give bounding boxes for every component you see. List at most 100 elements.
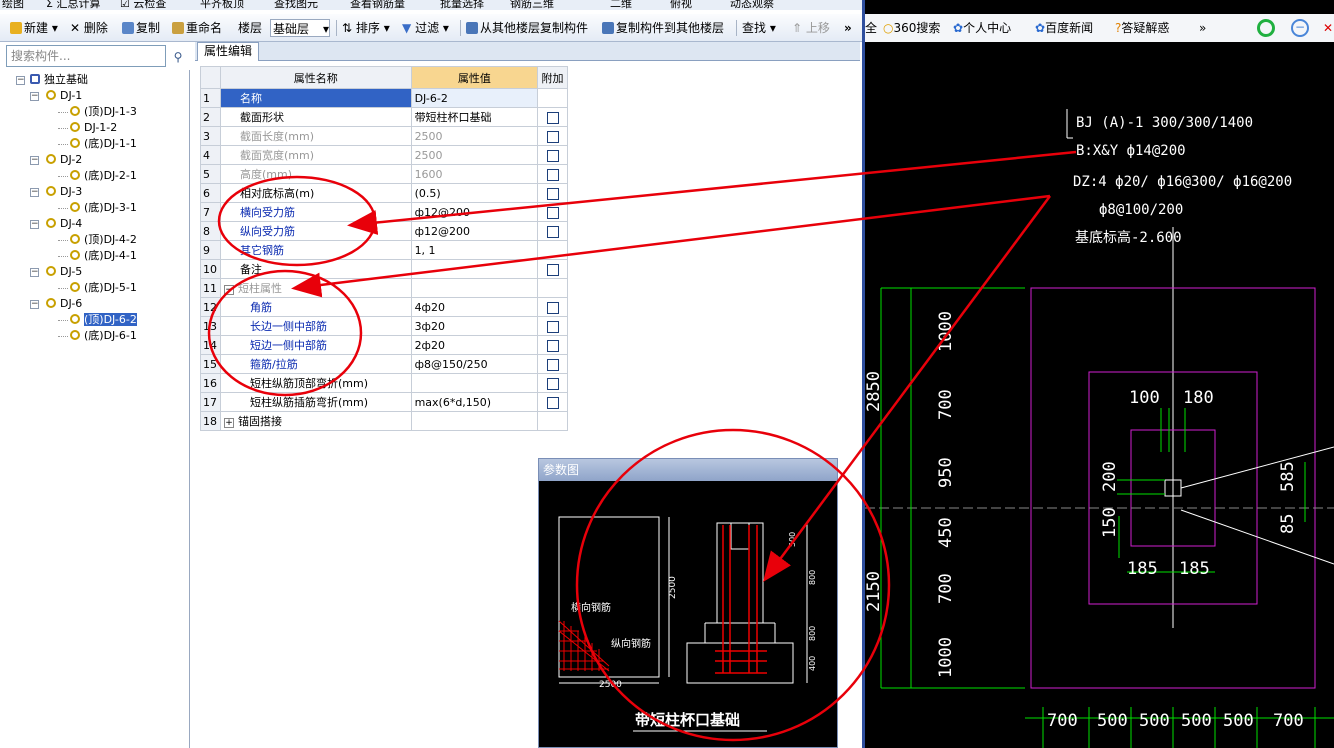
floor-select[interactable]: 基础层 ▾ xyxy=(270,19,330,37)
property-name-cell[interactable]: 长边一侧中部筋 xyxy=(219,316,412,336)
property-row[interactable]: 16 短柱纵筋顶部弯折(mm) xyxy=(200,373,568,393)
property-value-cell[interactable]: (0.5) xyxy=(410,183,539,203)
property-value-cell[interactable] xyxy=(410,259,539,279)
close-icon[interactable]: ✕ xyxy=(1323,19,1333,37)
property-row[interactable]: 11− 短柱属性 xyxy=(200,278,568,298)
property-row[interactable]: 12 角筋 4ф20 xyxy=(200,297,568,317)
attach-checkbox[interactable] xyxy=(546,396,559,409)
menu-cloud-check[interactable]: ☑ 云检查 xyxy=(120,0,166,10)
property-name-cell[interactable]: 箍筋/拉筋 xyxy=(219,354,412,374)
property-value-cell[interactable]: 2500 xyxy=(410,145,539,165)
property-row[interactable]: 14 短边一侧中部筋 2ф20 xyxy=(200,335,568,355)
menu-summary-calc[interactable]: Σ 汇总计算 xyxy=(46,0,100,10)
property-value-cell[interactable]: 2ф20 xyxy=(410,335,539,355)
tree-group-node[interactable]: DJ-4 xyxy=(46,216,82,232)
new-button[interactable]: 新建 ▾ xyxy=(10,19,58,37)
find-button[interactable]: 查找 ▾ xyxy=(742,19,776,37)
tree-group-node[interactable]: DJ-3 xyxy=(46,184,82,200)
collapse-toggle[interactable]: − xyxy=(30,92,39,101)
property-value-cell[interactable]: ф12@200 xyxy=(410,202,539,222)
tree-leaf-node[interactable]: (顶)DJ-6-2 xyxy=(70,312,137,328)
rename-button[interactable]: 重命名 xyxy=(172,19,222,37)
property-value-cell[interactable]: DJ-6-2 xyxy=(410,88,539,108)
property-name-cell[interactable]: 高度(mm) xyxy=(219,164,412,184)
tree-group-node[interactable]: DJ-6 xyxy=(46,296,82,312)
attach-checkbox[interactable] xyxy=(546,320,559,333)
property-value-cell[interactable]: max(6*d,150) xyxy=(410,392,539,412)
attach-checkbox[interactable] xyxy=(546,263,559,276)
property-name-cell[interactable]: 短边一侧中部筋 xyxy=(219,335,412,355)
property-name-cell[interactable]: 相对底标高(m) xyxy=(219,183,412,203)
minus-icon[interactable]: − xyxy=(1291,19,1309,37)
property-value-cell[interactable]: ф12@200 xyxy=(410,221,539,241)
bookmark-news[interactable]: ✿百度新闻 xyxy=(1035,19,1093,37)
property-name-cell[interactable]: 截面长度(mm) xyxy=(219,126,412,146)
copy-button[interactable]: 复制 xyxy=(122,19,160,37)
tree-leaf-node[interactable]: (底)DJ-3-1 xyxy=(70,200,137,216)
collapse-toggle[interactable]: − xyxy=(16,76,25,85)
collapse-toggle[interactable]: − xyxy=(30,188,39,197)
expand-toggle[interactable]: − xyxy=(223,285,234,295)
tree-leaf-node[interactable]: (底)DJ-5-1 xyxy=(70,280,137,296)
attach-checkbox[interactable] xyxy=(546,111,559,124)
collapse-toggle[interactable]: − xyxy=(30,220,39,229)
attach-checkbox[interactable] xyxy=(546,225,559,238)
property-row[interactable]: 1 名称 DJ-6-2 xyxy=(200,88,568,108)
tree-leaf-node[interactable]: (顶)DJ-1-3 xyxy=(70,104,137,120)
menu-view-rebar[interactable]: 查看钢筋量 xyxy=(350,0,405,10)
property-row[interactable]: 13 长边一侧中部筋 3ф20 xyxy=(200,316,568,336)
property-name-cell[interactable]: 截面宽度(mm) xyxy=(219,145,412,165)
property-value-cell[interactable]: 1, 1 xyxy=(410,240,539,260)
property-name-cell[interactable]: 纵向受力筋 xyxy=(219,221,412,241)
property-row[interactable]: 2 截面形状 带短柱杯口基础 xyxy=(200,107,568,127)
property-name-cell[interactable]: 其它钢筋 xyxy=(219,240,412,260)
move-up-button[interactable]: ⇑ 上移 xyxy=(792,19,830,37)
tab-property-edit[interactable]: 属性编辑 xyxy=(197,42,259,61)
bookmark-qa[interactable]: ?答疑解惑 xyxy=(1115,19,1169,37)
bookmark-personal[interactable]: ✿个人中心 xyxy=(953,19,1011,37)
menu-top-view[interactable]: 俯视 xyxy=(670,0,692,10)
attach-checkbox[interactable] xyxy=(546,377,559,390)
property-name-cell[interactable]: 短柱纵筋插筋弯折(mm) xyxy=(219,392,412,412)
property-value-cell[interactable]: 1600 xyxy=(410,164,539,184)
tree-root[interactable]: 独立基础 xyxy=(30,72,88,88)
attach-checkbox[interactable] xyxy=(546,339,559,352)
tree-leaf-node[interactable]: (顶)DJ-4-2 xyxy=(70,232,137,248)
property-row[interactable]: 7 横向受力筋 ф12@200 xyxy=(200,202,568,222)
property-value-cell[interactable] xyxy=(410,278,539,298)
menu-batch[interactable]: 批量选择 xyxy=(440,0,484,10)
expand-toggle[interactable]: + xyxy=(223,418,234,428)
attach-checkbox[interactable] xyxy=(546,168,559,181)
attach-checkbox[interactable] xyxy=(546,206,559,219)
property-row[interactable]: 5 高度(mm) 1600 xyxy=(200,164,568,184)
property-name-cell[interactable]: 截面形状 xyxy=(219,107,412,127)
collapse-toggle[interactable]: − xyxy=(30,300,39,309)
property-row[interactable]: 9 其它钢筋 1, 1 xyxy=(200,240,568,260)
property-row[interactable]: 10 备注 xyxy=(200,259,568,279)
search-icon[interactable]: ⚲ xyxy=(168,47,188,67)
tree-leaf-node[interactable]: (底)DJ-1-1 xyxy=(70,136,137,152)
menu-2d[interactable]: 二维 xyxy=(610,0,632,10)
property-value-cell[interactable] xyxy=(410,373,539,393)
menu-rebar-3d[interactable]: 钢筋三维 xyxy=(510,0,554,10)
property-value-cell[interactable]: 3ф20 xyxy=(410,316,539,336)
property-name-cell[interactable]: − 短柱属性 xyxy=(219,278,412,298)
property-value-cell[interactable]: ф8@150/250 xyxy=(410,354,539,374)
property-name-cell[interactable]: 角筋 xyxy=(219,297,412,317)
property-value-cell[interactable] xyxy=(410,411,539,431)
tree-group-node[interactable]: DJ-1 xyxy=(46,88,82,104)
attach-checkbox[interactable] xyxy=(546,130,559,143)
property-row[interactable]: 8 纵向受力筋 ф12@200 xyxy=(200,221,568,241)
bookmark-360[interactable]: ○360搜索 xyxy=(883,19,940,37)
attach-checkbox[interactable] xyxy=(546,358,559,371)
copy-from-floor-button[interactable]: 从其他楼层复制构件 xyxy=(466,19,588,37)
menu-find[interactable]: 查找图元 xyxy=(274,0,318,10)
bookmark-more[interactable]: » xyxy=(1199,19,1206,37)
bookmark-partial[interactable]: 全 xyxy=(865,19,877,37)
attach-checkbox[interactable] xyxy=(546,149,559,162)
attach-checkbox[interactable] xyxy=(546,187,559,200)
property-value-cell[interactable]: 带短柱杯口基础 xyxy=(410,107,539,127)
property-name-cell[interactable]: 名称 xyxy=(219,88,412,108)
component-search-input[interactable]: 搜索构件... xyxy=(6,45,166,67)
tree-group-node[interactable]: DJ-5 xyxy=(46,264,82,280)
